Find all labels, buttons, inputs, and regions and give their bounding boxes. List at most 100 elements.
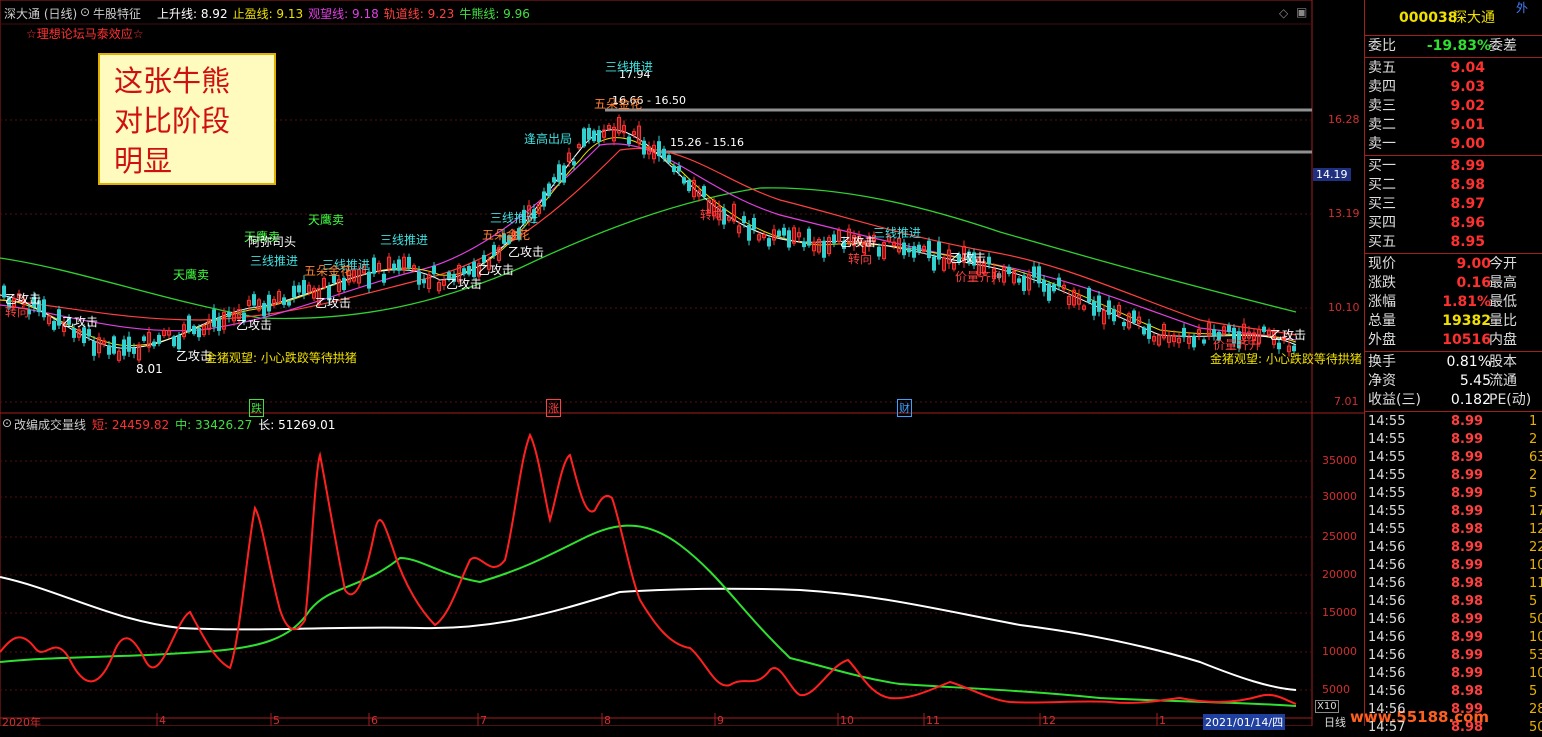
- tick-row: 14:56 8.98 117: [1365, 575, 1542, 593]
- candle-body: [92, 341, 96, 356]
- tick-time: 14:55: [1368, 486, 1406, 501]
- candle-body: [672, 165, 676, 173]
- candle-body: [302, 280, 306, 295]
- price-axis-tick: 10.10: [1328, 301, 1360, 314]
- candle-body: [937, 241, 941, 260]
- candle-body: [1057, 277, 1061, 287]
- candle-body: [552, 177, 556, 183]
- candle-body: [112, 336, 116, 354]
- candle-body: [1032, 266, 1036, 278]
- stat-value: 5.45: [1459, 373, 1491, 389]
- tick-row: 14:56 8.99 10: [1365, 557, 1542, 575]
- candle-body: [687, 179, 691, 192]
- candle-body: [122, 339, 126, 356]
- tick-row: 14:56 8.99 22: [1365, 539, 1542, 557]
- candle-body: [592, 130, 596, 142]
- bids-row[interactable]: 买一 8.99: [1365, 157, 1542, 176]
- candle-body: [397, 259, 401, 271]
- tick-price: 8.99: [1451, 540, 1484, 555]
- divider: [1365, 57, 1542, 58]
- bids-row[interactable]: 买五 8.95: [1365, 233, 1542, 252]
- sub-indicator-toggle-icon[interactable]: ⊙: [2, 416, 12, 430]
- zoom-level-badge[interactable]: X10: [1315, 700, 1339, 713]
- weibi-value: -19.83%: [1426, 38, 1491, 54]
- signal-label: 金猪观望: 小心跌跤等待拱猪: [1210, 352, 1362, 366]
- asks-row[interactable]: 卖二 9.01: [1365, 116, 1542, 135]
- indicator-value: 观望线: 9.18: [308, 7, 379, 21]
- candle-body: [1052, 284, 1056, 292]
- asks-row[interactable]: 卖一 9.00: [1365, 135, 1542, 154]
- volume-axis-tick: 20000: [1322, 568, 1357, 581]
- stat-label: 涨幅: [1368, 294, 1396, 310]
- candle-body: [57, 309, 61, 326]
- candle-body: [547, 183, 551, 197]
- candle-body: [212, 309, 216, 327]
- tick-volume: 2: [1529, 468, 1538, 483]
- asks-label: 卖一: [1368, 136, 1396, 152]
- sub-indicator-value: 短: 24459.82: [92, 418, 170, 432]
- stat-right-label: 内盘: [1489, 332, 1517, 348]
- stat-value: 0.81%: [1446, 354, 1491, 370]
- candle-body: [432, 265, 436, 275]
- chart-area[interactable]: 深大通 (日线) ⊙ 牛股特征 上升线: 8.92 止盈线: 9.13 观望线: 9…: [0, 0, 1489, 730]
- stat-right-label: PE(动): [1489, 392, 1532, 408]
- diamond-icon[interactable]: ◇: [1279, 6, 1288, 20]
- outer-marker: 外: [1516, 1, 1529, 15]
- volume-axis-tick: 35000: [1322, 454, 1357, 467]
- candle-body: [157, 334, 161, 344]
- indicator-values: 上升线: 8.92 止盈线: 9.13 观望线: 9.18 轨道线: 9.23 牛熊线:…: [157, 5, 535, 22]
- candle-body: [1182, 327, 1186, 338]
- stat-right-label: 最高: [1489, 275, 1517, 291]
- asks-price: 9.03: [1450, 79, 1485, 95]
- bids-row[interactable]: 买二 8.98: [1365, 176, 1542, 195]
- asks-price: 9.04: [1450, 60, 1485, 76]
- signal-label: 转向: [700, 208, 725, 222]
- indicator-toggle-icon[interactable]: ⊙: [80, 5, 90, 19]
- tick-row: 14:56 8.99 53: [1365, 647, 1542, 665]
- signal-label: 五朵金花: [482, 228, 531, 242]
- tick-volume: 50: [1529, 612, 1542, 627]
- asks-row[interactable]: 卖四 9.03: [1365, 78, 1542, 97]
- bids-price: 8.95: [1450, 234, 1485, 250]
- bids-label: 买二: [1368, 177, 1396, 193]
- bids-row[interactable]: 买三 8.97: [1365, 195, 1542, 214]
- candle-body: [297, 285, 301, 293]
- tick-time: 14:55: [1368, 468, 1406, 483]
- volume-axis-tick: 30000: [1322, 490, 1357, 503]
- bids-row[interactable]: 买四 8.96: [1365, 214, 1542, 233]
- candle-body: [777, 230, 781, 237]
- tick-time: 14:56: [1368, 576, 1406, 591]
- divider: [1365, 253, 1542, 254]
- candle-body: [1097, 295, 1101, 312]
- time-axis-tick: 7: [480, 714, 487, 727]
- ask-list: 卖五 9.04 卖四 9.03 卖三 9.02 卖二 9.01 卖一 9.00: [1365, 59, 1542, 154]
- tick-time: 14:56: [1368, 648, 1406, 663]
- tick-price: 8.98: [1451, 594, 1484, 609]
- bids-label: 买五: [1368, 234, 1396, 250]
- asks-row[interactable]: 卖五 9.04: [1365, 59, 1542, 78]
- price-axis-tick: 16.28: [1328, 113, 1360, 126]
- close-box-icon[interactable]: ▣: [1296, 5, 1307, 19]
- candle-body: [802, 241, 806, 248]
- period-label[interactable]: 日线: [1324, 714, 1346, 730]
- signal-label: 三线推进: [250, 254, 299, 268]
- candle-body: [267, 294, 271, 312]
- weicha-label: 委差: [1489, 38, 1517, 54]
- tick-volume: 12: [1529, 522, 1542, 537]
- asks-row[interactable]: 卖三 9.02: [1365, 97, 1542, 116]
- stock-code-header: 000038 深大通 外: [1365, 0, 1542, 34]
- tick-price: 8.99: [1451, 666, 1484, 681]
- signal-label: 三线推进: [873, 226, 922, 240]
- bull-bear-line: [0, 187, 1297, 320]
- stat-label: 现价: [1368, 256, 1396, 272]
- candle-body: [1047, 283, 1051, 301]
- tick-list[interactable]: 14:55 8.99 1 14:55 8.99 2 14:55 8.99 63 14:55 8.99…: [1365, 413, 1542, 737]
- weibi-row: 委比 -19.83% 委差: [1365, 37, 1542, 56]
- time-axis-tick: 12: [1042, 714, 1056, 727]
- volume-axis-tick: 10000: [1322, 645, 1357, 658]
- candle-body: [657, 141, 661, 157]
- candle-body: [752, 218, 756, 230]
- signal-label: 转向: [5, 305, 30, 319]
- candle-body: [597, 130, 601, 142]
- tick-price: 8.98: [1451, 684, 1484, 699]
